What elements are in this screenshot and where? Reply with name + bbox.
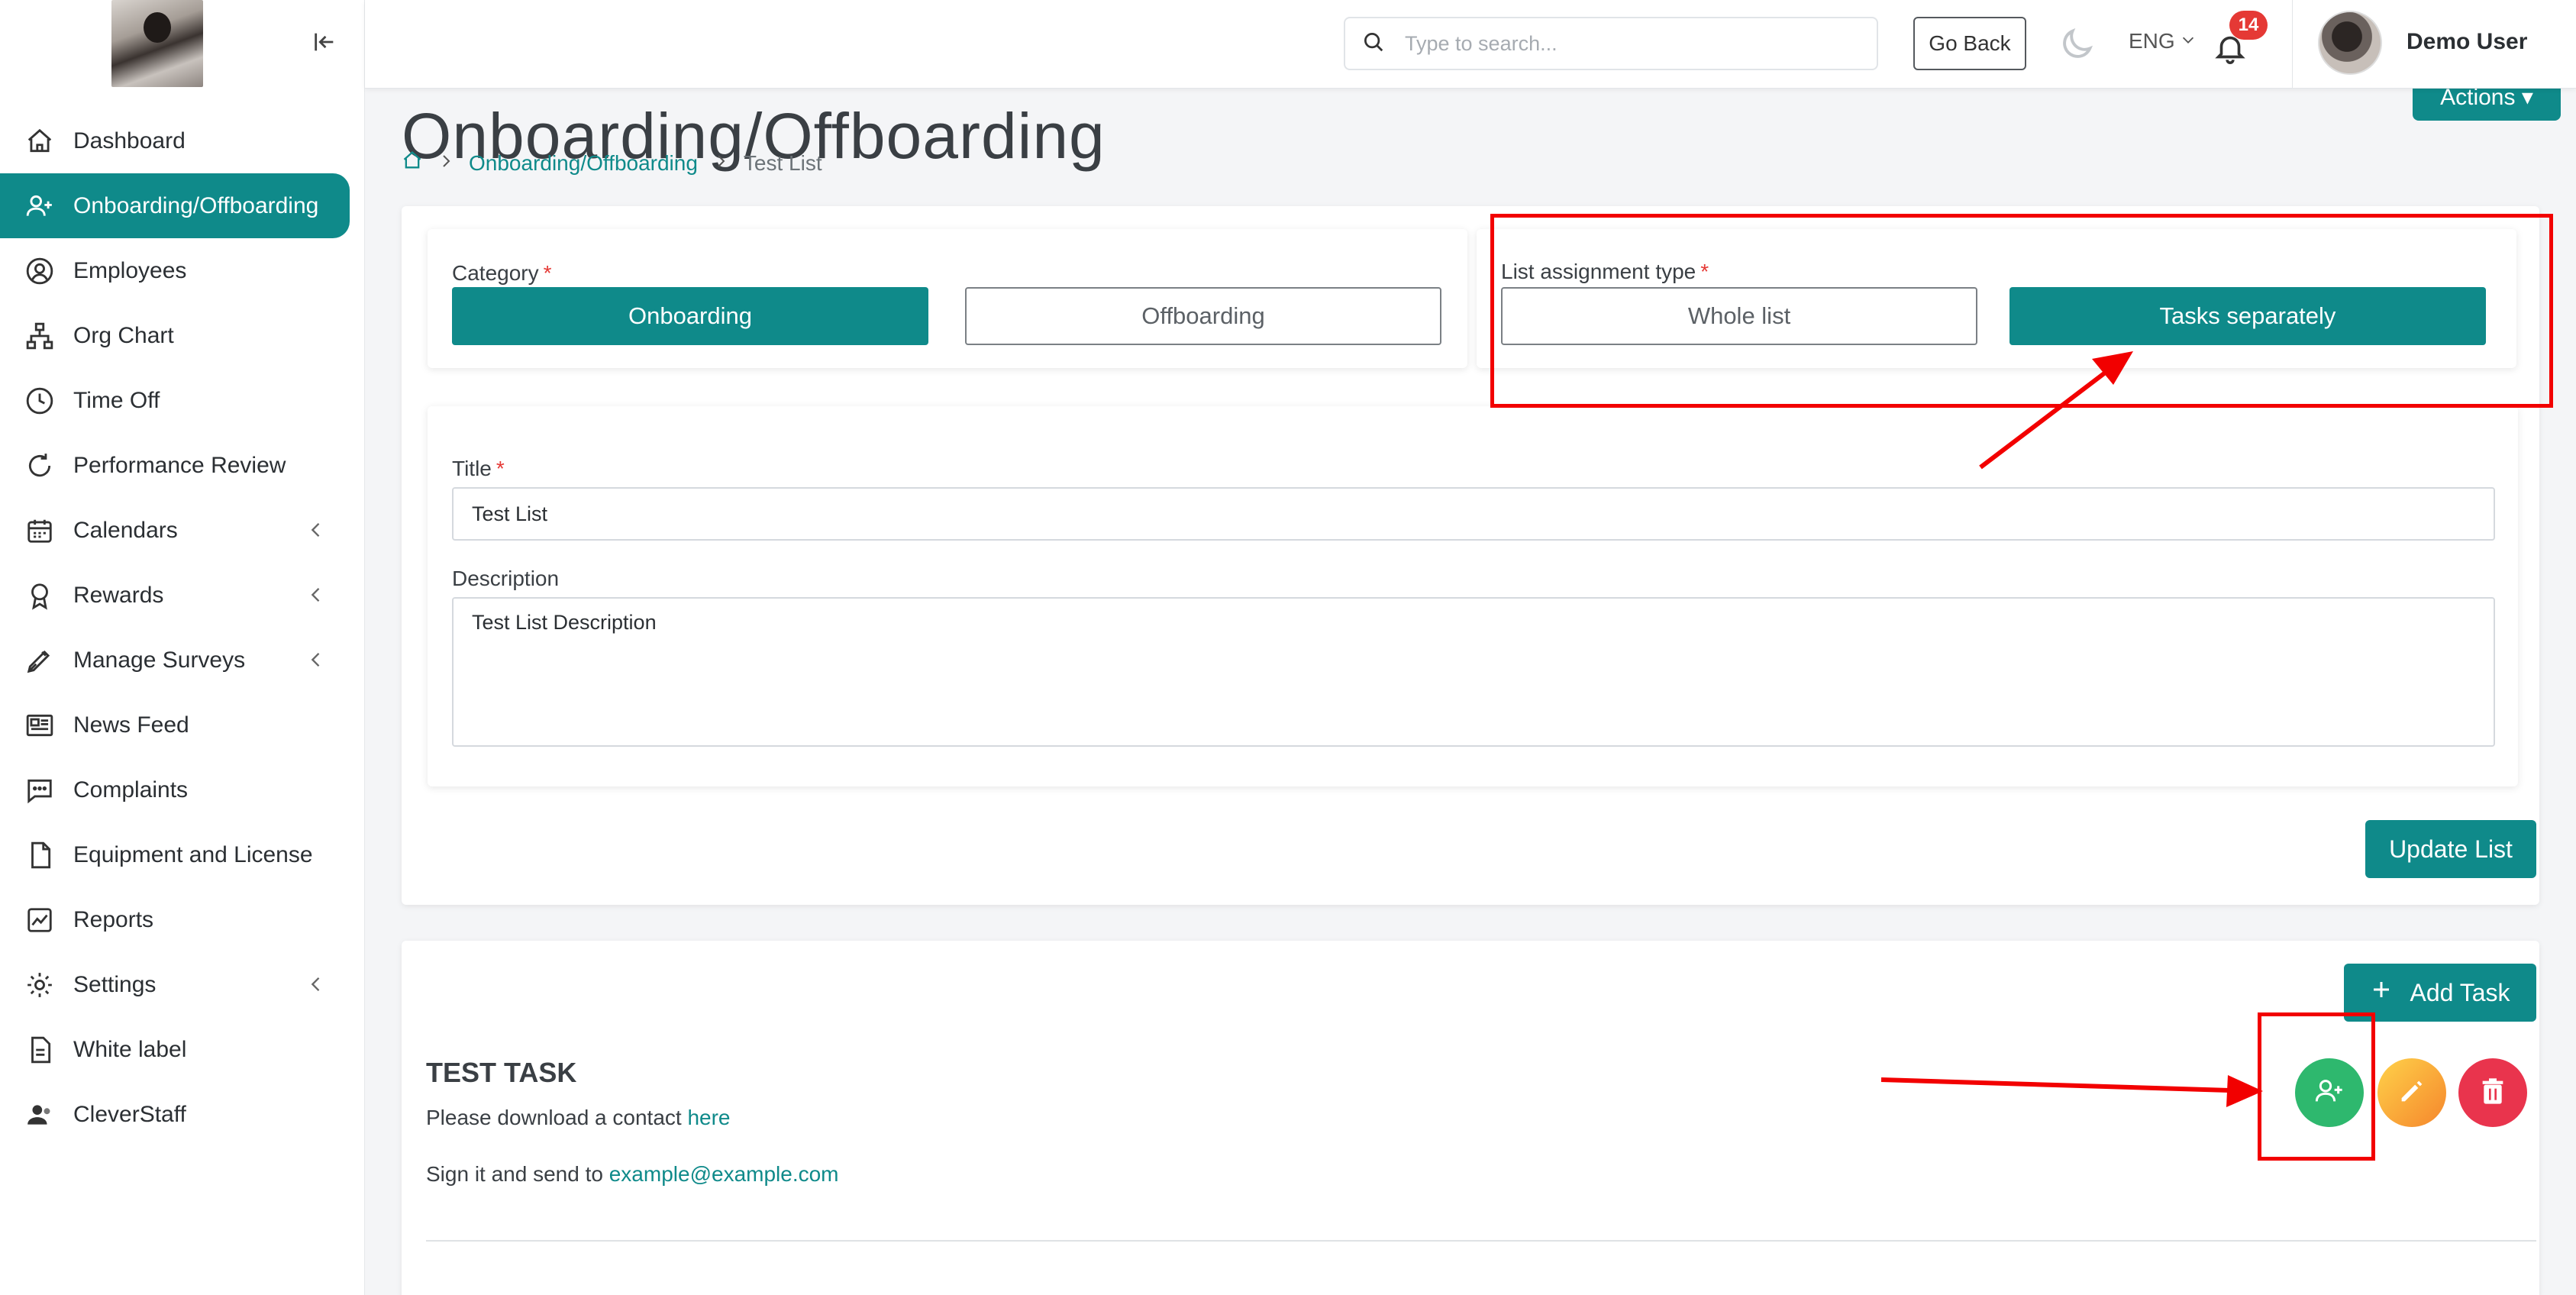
app-window: Dashboard Onboarding/Offboarding Employe… [0, 0, 2576, 1295]
annotation-arrows [1880, 351, 2263, 1107]
